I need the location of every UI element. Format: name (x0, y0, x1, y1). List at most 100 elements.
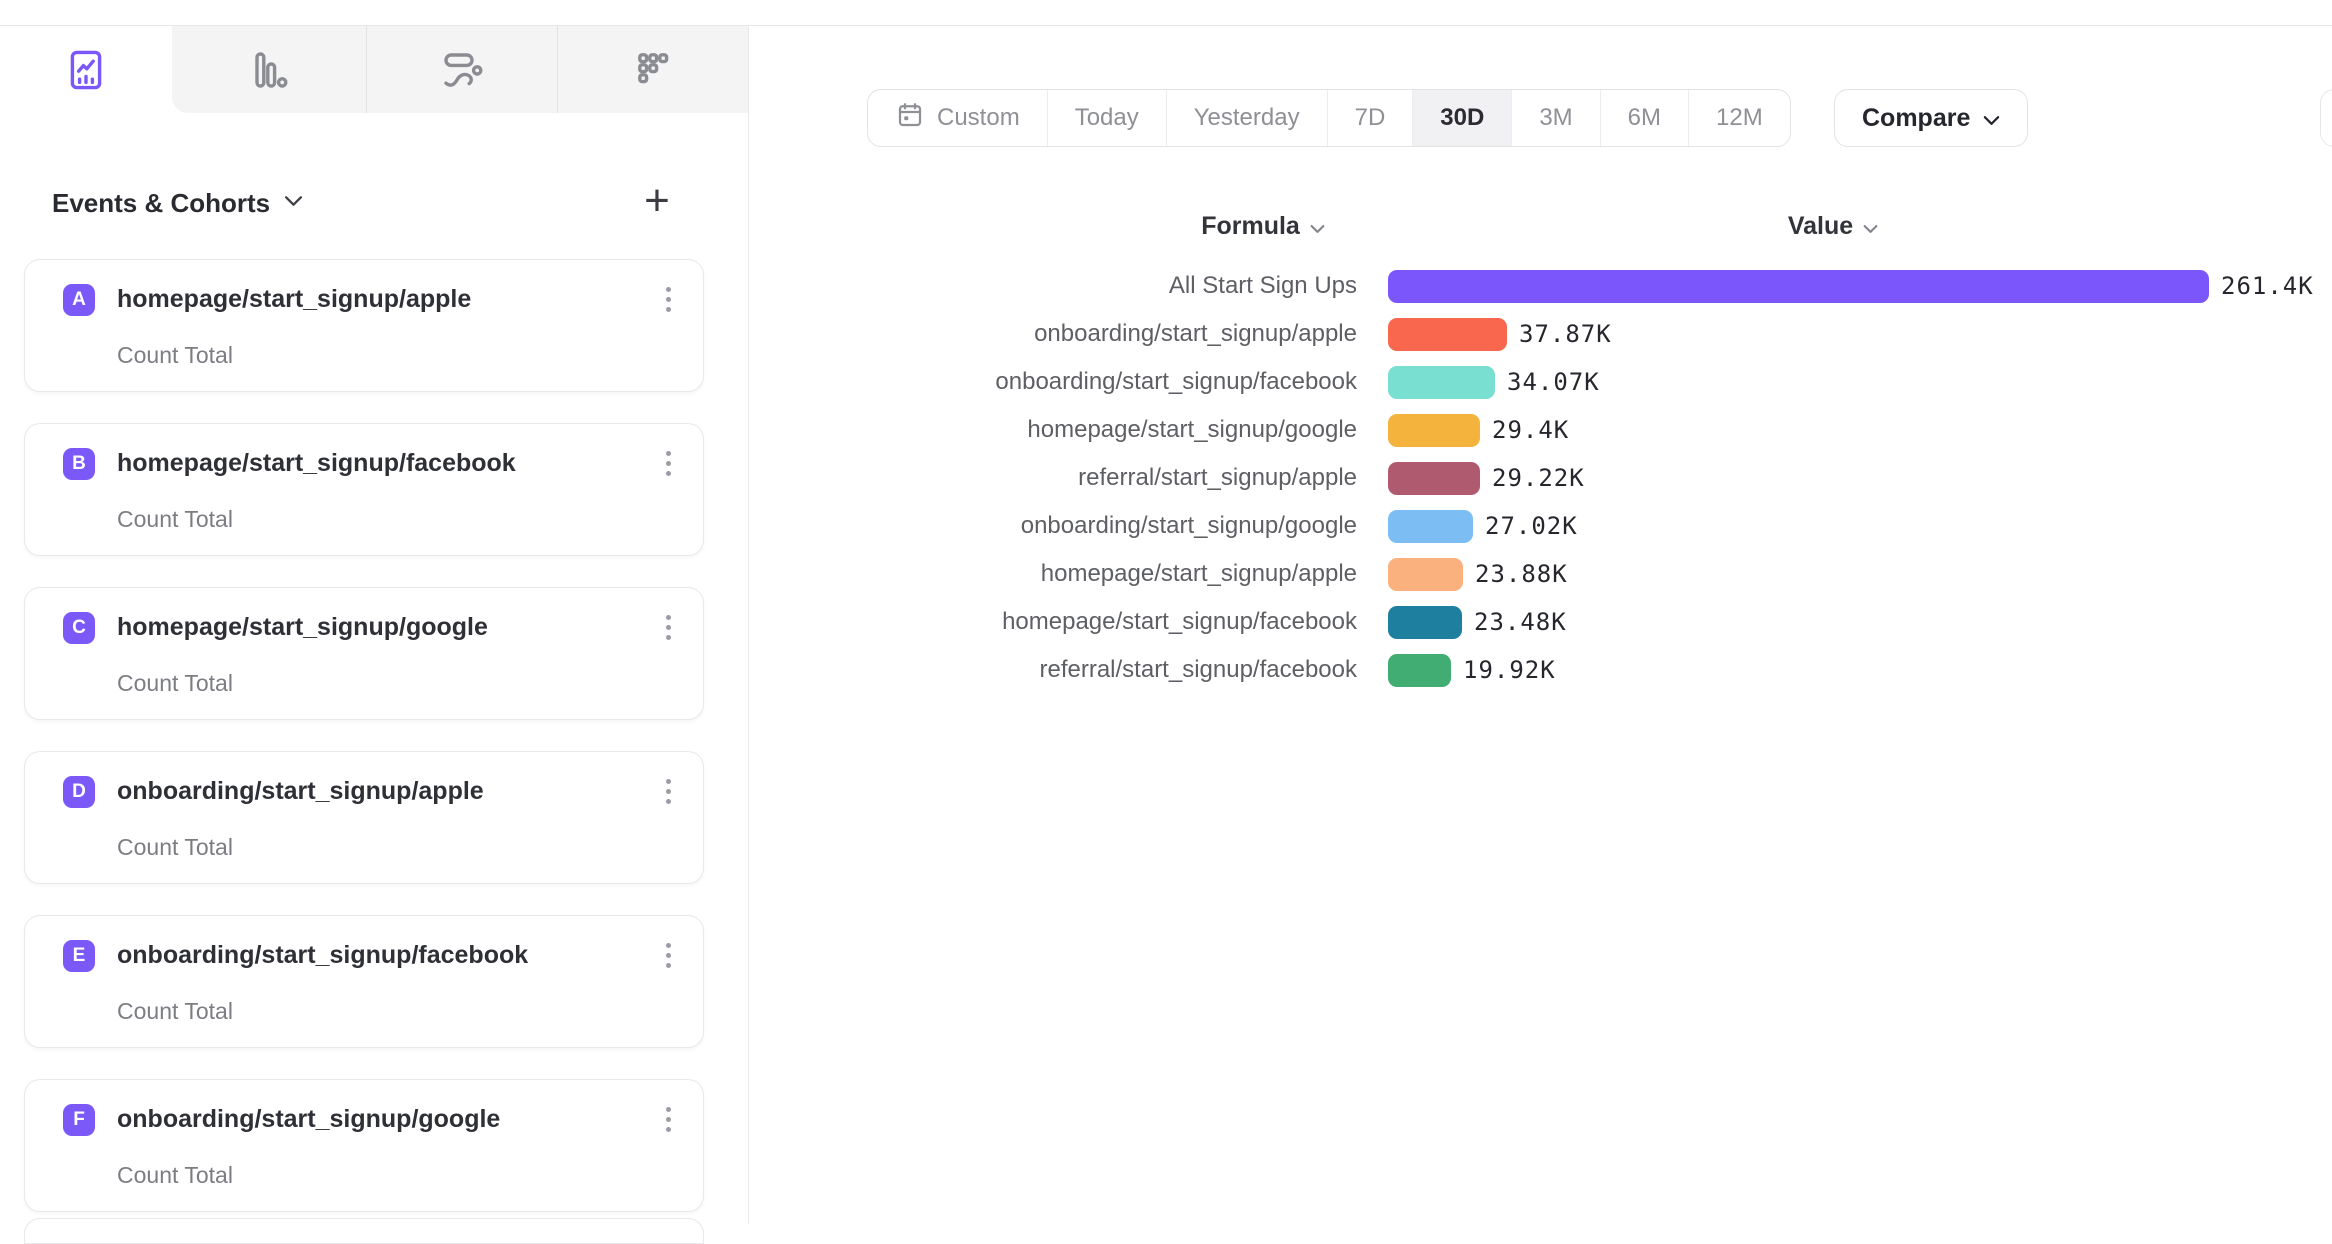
daterange-7d[interactable]: 7D (1327, 90, 1413, 146)
daterange-today[interactable]: Today (1047, 90, 1166, 146)
row-value: 19.92K (1463, 656, 1556, 684)
row-label: referral/start_signup/apple (898, 464, 1357, 492)
kebab-menu-icon[interactable] (660, 1101, 677, 1138)
row-label: homepage/start_signup/facebook (898, 608, 1357, 636)
chevron-down-icon (1983, 104, 2000, 133)
formula-header-label: Formula (1201, 212, 1300, 241)
chart-row: onboarding/start_signup/facebook 34.07K (898, 358, 2314, 406)
event-badge: C (63, 612, 95, 644)
event-title: homepage/start_signup/google (117, 613, 488, 642)
sidebar-divider (748, 26, 749, 1224)
tab-bar-report[interactable] (172, 26, 366, 113)
bar-referral-apple[interactable] (1388, 462, 1480, 495)
chevron-down-icon (1863, 212, 1878, 241)
event-title: homepage/start_signup/apple (117, 285, 471, 314)
compare-label: Compare (1862, 104, 1970, 133)
event-measure: Count Total (117, 1162, 233, 1189)
row-value: 23.88K (1475, 560, 1568, 588)
bar-onboarding-apple[interactable] (1388, 318, 1507, 351)
daterange-label: 7D (1355, 104, 1386, 132)
daterange-30d-selected[interactable]: 30D (1412, 90, 1511, 146)
flow-icon (438, 46, 486, 94)
kebab-menu-icon[interactable] (660, 445, 677, 482)
bar-homepage-google[interactable] (1388, 414, 1480, 447)
bar-onboarding-google[interactable] (1388, 510, 1473, 543)
chart-row: onboarding/start_signup/apple 37.87K (898, 310, 2314, 358)
daterange-custom[interactable]: Custom (868, 90, 1047, 146)
events-cohorts-header[interactable]: Events & Cohorts (52, 184, 303, 222)
value-column-header[interactable]: Value (1703, 212, 1963, 241)
add-event-button[interactable]: + (634, 178, 680, 224)
row-value: 261.4K (2221, 272, 2314, 300)
daterange-label: 3M (1539, 104, 1572, 132)
daterange-label: Custom (937, 104, 1020, 132)
top-border (0, 0, 2332, 26)
chart-row: All Start Sign Ups 261.4K (898, 262, 2314, 310)
row-label: homepage/start_signup/google (898, 416, 1357, 444)
event-title: onboarding/start_signup/google (117, 1105, 500, 1134)
event-card-partial[interactable] (24, 1218, 704, 1244)
daterange-label: 12M (1716, 104, 1763, 132)
row-label: onboarding/start_signup/facebook (898, 368, 1357, 396)
event-card-c[interactable]: C homepage/start_signup/google Count Tot… (24, 587, 704, 720)
kebab-menu-icon[interactable] (660, 773, 677, 810)
event-measure: Count Total (117, 342, 233, 369)
bar-all-start-sign-ups[interactable] (1388, 270, 2209, 303)
kebab-menu-icon[interactable] (660, 609, 677, 646)
daterange-6m[interactable]: 6M (1600, 90, 1688, 146)
daterange-12m[interactable]: 12M (1688, 90, 1790, 146)
event-badge: D (63, 776, 95, 808)
daterange-label: Yesterday (1194, 104, 1300, 132)
daterange-label: 30D (1440, 104, 1484, 132)
formula-column-header[interactable]: Formula (1133, 212, 1393, 241)
bar-chart-icon (245, 46, 293, 94)
chevron-down-icon (1310, 212, 1325, 241)
kebab-menu-icon[interactable] (660, 937, 677, 974)
daterange-label: 6M (1628, 104, 1661, 132)
row-label: homepage/start_signup/apple (898, 560, 1357, 588)
event-title: onboarding/start_signup/apple (117, 777, 484, 806)
event-badge: F (63, 1104, 95, 1136)
event-badge: B (63, 448, 95, 480)
compare-button[interactable]: Compare (1834, 89, 2028, 147)
row-value: 29.4K (1492, 416, 1569, 444)
event-card-d[interactable]: D onboarding/start_signup/apple Count To… (24, 751, 704, 884)
event-badge: A (63, 284, 95, 316)
event-measure: Count Total (117, 506, 233, 533)
kebab-menu-icon[interactable] (660, 281, 677, 318)
chevron-down-icon (284, 194, 303, 212)
event-badge: E (63, 940, 95, 972)
value-header-label: Value (1788, 212, 1853, 241)
event-measure: Count Total (117, 834, 233, 861)
bar-homepage-apple[interactable] (1388, 558, 1463, 591)
tab-flow-report[interactable] (366, 26, 557, 113)
row-label: onboarding/start_signup/apple (898, 320, 1357, 348)
grid-dots-icon (629, 46, 677, 94)
bar-homepage-facebook[interactable] (1388, 606, 1462, 639)
event-card-b[interactable]: B homepage/start_signup/facebook Count T… (24, 423, 704, 556)
partial-button-right-edge[interactable] (2320, 89, 2332, 147)
bar-chart: All Start Sign Ups 261.4K onboarding/sta… (898, 262, 2314, 694)
daterange-yesterday[interactable]: Yesterday (1166, 90, 1327, 146)
row-label: All Start Sign Ups (898, 272, 1357, 300)
bar-referral-facebook[interactable] (1388, 654, 1451, 687)
plus-icon: + (644, 179, 670, 223)
tab-grid-report[interactable] (557, 26, 748, 113)
event-card-a[interactable]: A homepage/start_signup/apple Count Tota… (24, 259, 704, 392)
calendar-icon (895, 100, 925, 137)
row-value: 37.87K (1519, 320, 1612, 348)
row-value: 27.02K (1485, 512, 1578, 540)
event-measure: Count Total (117, 998, 233, 1025)
bar-onboarding-facebook[interactable] (1388, 366, 1495, 399)
event-title: homepage/start_signup/facebook (117, 449, 516, 478)
event-card-f[interactable]: F onboarding/start_signup/google Count T… (24, 1079, 704, 1212)
daterange-3m[interactable]: 3M (1511, 90, 1599, 146)
tab-insights-active[interactable] (0, 26, 172, 113)
chart-row: homepage/start_signup/facebook 23.48K (898, 598, 2314, 646)
event-card-e[interactable]: E onboarding/start_signup/facebook Count… (24, 915, 704, 1048)
chart-row: homepage/start_signup/google 29.4K (898, 406, 2314, 454)
chart-row: referral/start_signup/apple 29.22K (898, 454, 2314, 502)
chart-row: homepage/start_signup/apple 23.88K (898, 550, 2314, 598)
chart-row: onboarding/start_signup/google 27.02K (898, 502, 2314, 550)
row-value: 34.07K (1507, 368, 1600, 396)
